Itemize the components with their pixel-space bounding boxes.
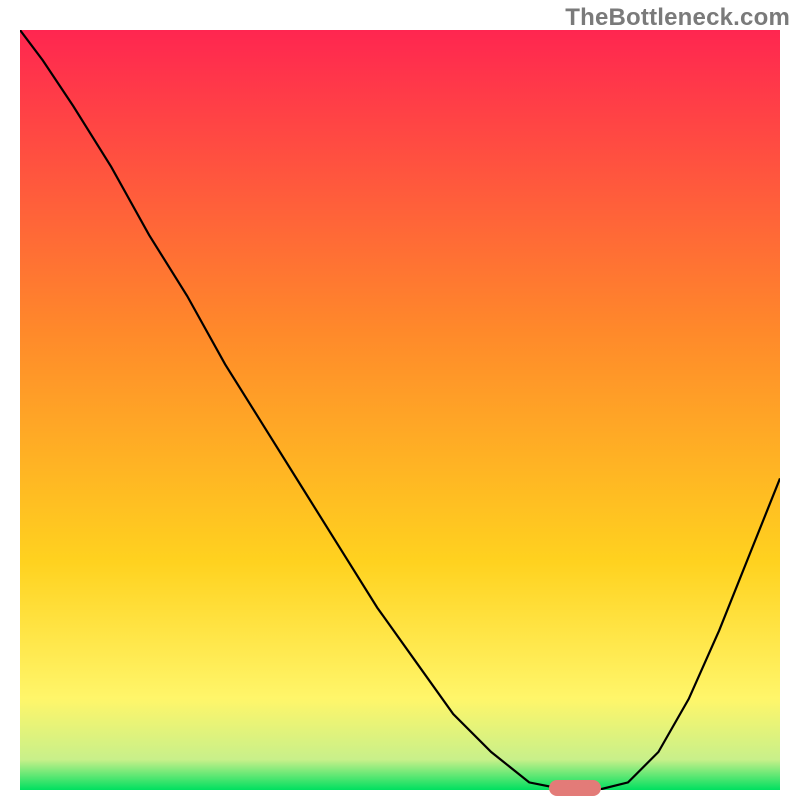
chart-svg	[20, 30, 780, 790]
watermark-text: TheBottleneck.com	[565, 4, 790, 32]
chart-plot-area	[20, 30, 780, 790]
optimal-marker	[549, 780, 601, 796]
chart-container: TheBottleneck.com	[0, 0, 800, 800]
chart-background-gradient	[20, 30, 780, 790]
